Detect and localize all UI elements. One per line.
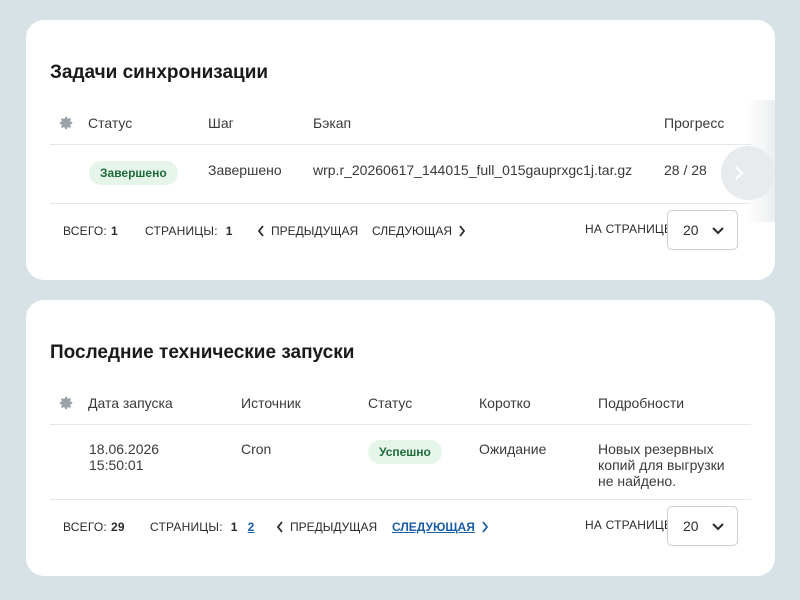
next-label: Следующая (392, 520, 475, 534)
scroll-right-button[interactable] (721, 146, 775, 200)
column-header-status[interactable]: Статус (88, 115, 132, 131)
chevron-left-icon (276, 521, 283, 533)
page-1[interactable]: 1 (226, 224, 233, 238)
column-header-details[interactable]: Подробности (598, 395, 684, 411)
column-header-step[interactable]: Шаг (208, 115, 234, 131)
backup-cell: wrp.r_20260617_144015_full_015gauprxgc1j… (313, 162, 633, 178)
column-header-progress[interactable]: Прогресс (664, 115, 724, 131)
details-line: Новых резервных (598, 441, 714, 457)
prev-label: Предыдущая (271, 224, 359, 238)
chevron-right-icon (735, 166, 744, 180)
pages-label: Страницы: (145, 224, 218, 238)
short-cell: Ожидание (479, 441, 547, 457)
column-header-source[interactable]: Источник (241, 395, 301, 411)
recent-runs-card: Последние технические запуски Дата запус… (26, 300, 775, 576)
chevron-down-icon (712, 227, 724, 235)
status-badge: Завершено (89, 161, 178, 185)
per-page-select[interactable]: 20 (667, 210, 738, 250)
pagination: Страницы: 1 2 (150, 520, 254, 534)
column-header-status[interactable]: Статус (368, 395, 412, 411)
details-line: копий для выгрузки (598, 457, 725, 473)
per-page-select[interactable]: 20 (667, 506, 738, 546)
total-count: Всего: 29 (63, 520, 125, 534)
per-page-label: На странице: (585, 518, 676, 532)
pagination: Страницы: 1 (145, 224, 233, 238)
column-header-backup[interactable]: Бэкап (313, 115, 351, 131)
total-value: 29 (110, 520, 125, 534)
status-badge: Успешно (368, 440, 442, 464)
per-page-value: 20 (683, 518, 699, 534)
next-page-button[interactable]: Следующая (392, 520, 489, 534)
total-label: Всего: (63, 224, 107, 238)
header-divider (50, 424, 751, 425)
gear-icon[interactable] (58, 115, 74, 131)
chevron-right-icon (459, 225, 466, 237)
gear-icon[interactable] (58, 395, 74, 411)
row-divider (50, 203, 751, 204)
page-1[interactable]: 1 (231, 520, 238, 534)
pages-label: Страницы: (150, 520, 223, 534)
time-value: 15:50:01 (89, 457, 144, 473)
next-label: Следующая (372, 224, 453, 238)
prev-page-button[interactable]: Предыдущая (257, 224, 358, 238)
column-header-short[interactable]: Коротко (479, 395, 531, 411)
chevron-left-icon (257, 225, 264, 237)
sync-tasks-card: Задачи синхронизации Статус Шаг Бэкап Пр… (26, 20, 775, 280)
date-cell: 18.06.2026 15:50:01 (89, 441, 159, 473)
sync-tasks-title: Задачи синхронизации (50, 62, 269, 83)
per-page-label: На странице: (585, 222, 676, 236)
chevron-down-icon (712, 523, 724, 531)
chevron-right-icon (482, 521, 489, 533)
total-count: Всего: 1 (63, 224, 118, 238)
prev-label: Предыдущая (290, 520, 378, 534)
per-page-value: 20 (683, 222, 699, 238)
source-cell: Cron (241, 441, 272, 457)
header-divider (50, 144, 751, 145)
page-2[interactable]: 2 (248, 520, 255, 534)
recent-runs-title: Последние технические запуски (50, 342, 355, 363)
prev-page-button[interactable]: Предыдущая (276, 520, 377, 534)
total-label: Всего: (63, 520, 107, 534)
row-divider (50, 499, 751, 500)
step-cell: Завершено (208, 162, 282, 178)
total-value: 1 (110, 224, 118, 238)
details-line: не найдено. (598, 473, 677, 489)
progress-cell: 28 / 28 (664, 162, 707, 178)
column-header-date[interactable]: Дата запуска (88, 395, 173, 411)
details-cell: Новых резервных копий для выгрузки не на… (598, 441, 725, 489)
date-value: 18.06.2026 (89, 441, 160, 457)
next-page-button[interactable]: Следующая (372, 224, 466, 238)
